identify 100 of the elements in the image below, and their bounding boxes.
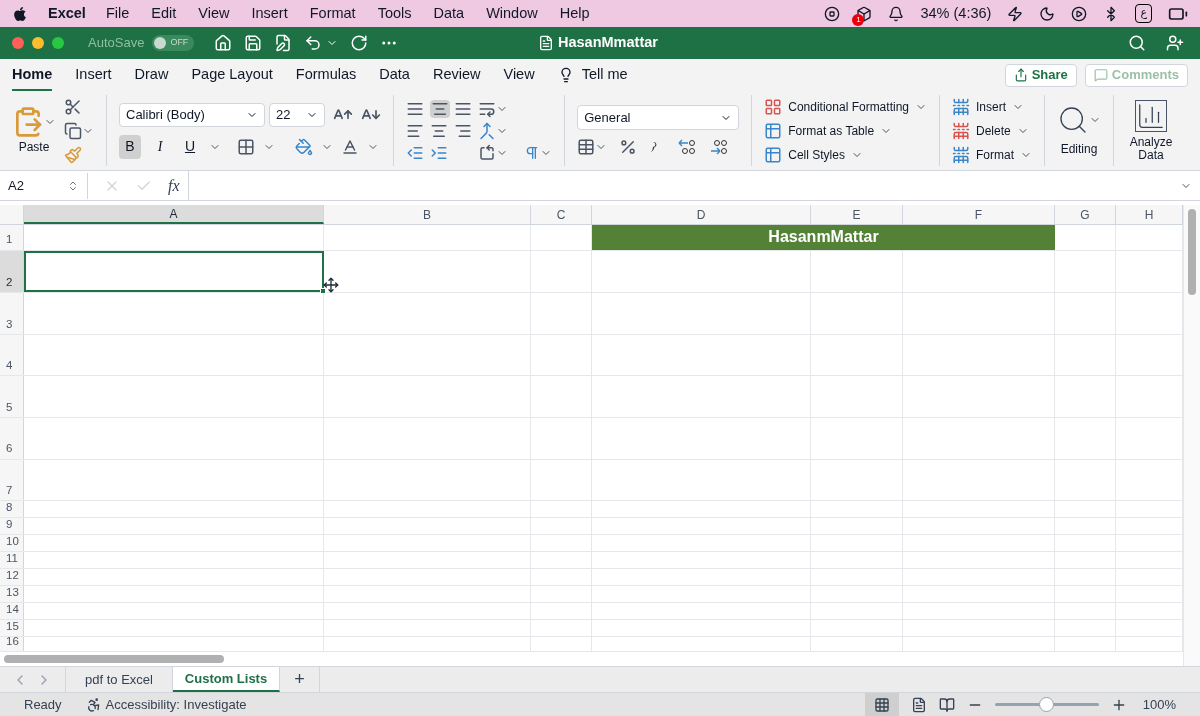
ribbon-tab[interactable]: Insert	[75, 58, 112, 92]
search-icon[interactable]	[1128, 34, 1146, 52]
column-header[interactable]: E	[811, 205, 903, 224]
person-icon[interactable]	[1166, 34, 1184, 52]
row-header[interactable]: 16	[0, 637, 24, 652]
cells-button[interactable]: Format	[976, 145, 1014, 164]
row-header[interactable]: 6	[0, 418, 24, 459]
battery-status[interactable]: 34% (4:36)	[920, 2, 992, 25]
ribbon-tab[interactable]: Review	[432, 58, 481, 92]
decrease-decimal-icon[interactable]	[709, 138, 730, 156]
minimize-button[interactable]	[32, 37, 44, 49]
styles-button[interactable]: Format as Table	[788, 121, 875, 140]
undo-icon[interactable]	[304, 34, 323, 52]
normal-view-icon[interactable]	[873, 696, 890, 713]
zoom-thumb[interactable]	[1039, 696, 1055, 712]
box-icon[interactable]	[856, 5, 873, 22]
italic-button[interactable]: I	[149, 134, 171, 159]
page-layout-icon[interactable]	[910, 696, 927, 713]
save-as-icon[interactable]	[274, 34, 293, 52]
comma-icon[interactable]	[649, 140, 658, 154]
horizontal-scrollbar[interactable]	[4, 655, 224, 664]
cells-button[interactable]: Insert	[976, 97, 1006, 116]
ribbon-tab[interactable]: View	[503, 58, 535, 92]
underline-button[interactable]: U	[179, 134, 201, 159]
row-header[interactable]: 10	[0, 535, 24, 552]
accessibility-icon[interactable]	[85, 696, 102, 713]
orientation-icon[interactable]	[478, 143, 497, 162]
menu-item[interactable]: Format	[309, 2, 356, 25]
row-header[interactable]: 13	[0, 586, 24, 603]
app-menu[interactable]: Excel	[48, 2, 86, 25]
bell-icon[interactable]	[888, 5, 905, 22]
tell-me[interactable]: Tell me	[581, 64, 628, 86]
function-button[interactable]: fx	[168, 173, 180, 198]
page-break-icon[interactable]	[938, 696, 955, 713]
styles-button[interactable]: Conditional Formatting	[788, 97, 909, 116]
menu-item[interactable]: Insert	[251, 2, 288, 25]
font-color-icon[interactable]	[341, 137, 359, 156]
menu-item[interactable]: Tools	[377, 2, 412, 25]
analyze-data-icon[interactable]	[1135, 99, 1167, 132]
apple-icon[interactable]	[12, 5, 28, 22]
moon-icon[interactable]	[1039, 5, 1056, 22]
redo-icon[interactable]	[350, 34, 369, 52]
column-header[interactable]: F	[903, 205, 1055, 224]
row-header[interactable]: 8	[0, 501, 24, 518]
input-source[interactable]: ع	[1135, 4, 1152, 23]
menu-item[interactable]: Window	[486, 2, 538, 25]
currency-icon[interactable]	[577, 138, 596, 156]
zoom-level[interactable]: 100%	[1142, 694, 1176, 715]
paste-label[interactable]: Paste	[18, 137, 50, 156]
column-header[interactable]: B	[324, 205, 531, 224]
ribbon-tab[interactable]: Draw	[134, 58, 169, 92]
borders-icon[interactable]	[237, 137, 255, 156]
copy-icon[interactable]	[64, 121, 82, 140]
cells-button[interactable]: Delete	[976, 121, 1011, 140]
sheet-tab[interactable]: Custom Lists	[173, 667, 280, 692]
row-header[interactable]: 12	[0, 569, 24, 586]
font-size-dropdown[interactable]: 22	[269, 102, 325, 127]
row-header[interactable]: 9	[0, 518, 24, 535]
ribbon-tab[interactable]: Formulas	[295, 58, 357, 92]
row-header[interactable]: 5	[0, 376, 24, 417]
save-icon[interactable]	[244, 34, 263, 52]
column-header[interactable]: D	[592, 205, 811, 224]
analyze-data-button[interactable]: Analyze Data	[1126, 135, 1176, 162]
row-header[interactable]: 15	[0, 620, 24, 637]
column-header[interactable]: A	[24, 205, 324, 224]
row-header[interactable]: 4	[0, 334, 24, 376]
accessibility-status[interactable]: Accessibility: Investigate	[105, 694, 247, 715]
bolt-icon[interactable]	[1007, 5, 1024, 22]
column-header[interactable]: C	[531, 205, 592, 224]
row-header[interactable]: 14	[0, 603, 24, 620]
stop-icon[interactable]	[824, 5, 841, 22]
menu-item[interactable]: Help	[559, 2, 590, 25]
increase-decimal-icon[interactable]	[677, 138, 698, 156]
menu-item[interactable]: Edit	[151, 2, 177, 25]
row-header[interactable]: 2	[0, 250, 24, 293]
percent-icon[interactable]	[619, 138, 638, 156]
ribbon-tab[interactable]: Page Layout	[191, 58, 273, 92]
vertical-scrollbar[interactable]	[1188, 209, 1196, 295]
fill-handle[interactable]	[320, 288, 326, 295]
share-button[interactable]: Share	[1004, 63, 1077, 87]
home-icon[interactable]	[214, 34, 233, 52]
align-middle-icon[interactable]	[430, 99, 451, 118]
menu-item[interactable]: Data	[433, 2, 465, 25]
editing-button[interactable]: Editing	[1060, 139, 1098, 158]
row-header[interactable]: 1	[0, 225, 24, 250]
scissors-icon[interactable]	[64, 97, 82, 116]
row-header[interactable]: 7	[0, 459, 24, 501]
column-header[interactable]: G	[1055, 205, 1116, 224]
zoom-button[interactable]	[52, 37, 64, 49]
row-header[interactable]: 3	[0, 293, 24, 334]
bold-button[interactable]: B	[119, 134, 141, 159]
font-name-dropdown[interactable]: Calibri (Body)	[119, 102, 265, 127]
number-format-dropdown[interactable]: General	[577, 105, 740, 130]
fill-color-icon[interactable]	[295, 137, 313, 156]
row-header[interactable]: 11	[0, 552, 24, 569]
name-box[interactable]: A2	[0, 172, 88, 199]
merge-icon[interactable]	[478, 121, 497, 140]
menu-item[interactable]: View	[198, 2, 230, 25]
styles-button[interactable]: Cell Styles	[788, 145, 845, 164]
ribbon-tab[interactable]: Data	[379, 58, 410, 92]
